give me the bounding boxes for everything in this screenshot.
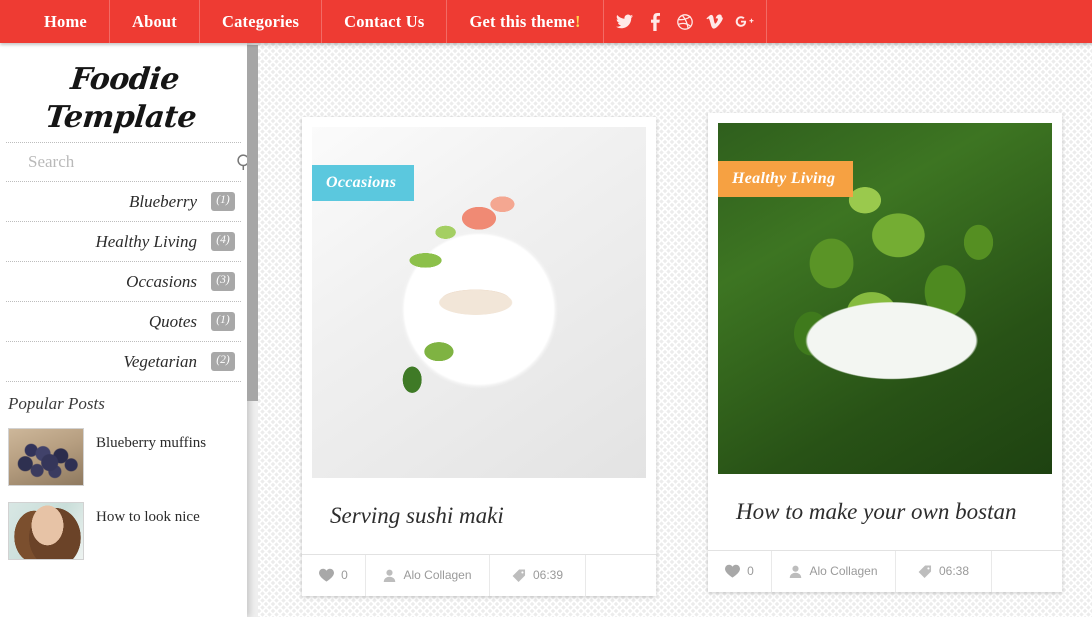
sidebar-category-healthy-living[interactable]: Healthy Living (4)	[0, 222, 247, 261]
nav-item-label: Get this theme	[469, 11, 575, 31]
post-card-serving-sushi-maki[interactable]: Occasions Serving sushi maki 0 Alo Colla…	[302, 117, 656, 596]
category-count-badge: (1)	[211, 192, 235, 211]
post-category-ribbon[interactable]: Occasions	[312, 165, 415, 201]
post-author[interactable]: Alo Collagen	[772, 550, 896, 592]
category-label: Blueberry	[129, 191, 197, 211]
post-image-wrapper: Occasions	[312, 127, 646, 478]
post-time[interactable]: 06:39	[490, 554, 586, 596]
post-likes-count: 0	[341, 568, 348, 583]
post-grid: Occasions Serving sushi maki 0 Alo Colla…	[258, 43, 1092, 617]
tag-icon	[512, 569, 526, 582]
post-time-value: 06:39	[532, 568, 564, 583]
googleplus-icon[interactable]	[730, 0, 760, 43]
category-label: Quotes	[148, 311, 197, 331]
woman-portrait-photo	[9, 503, 83, 559]
nav-item-label-exclamation: !	[574, 11, 581, 31]
post-likes-count: 0	[747, 564, 754, 579]
user-icon	[384, 569, 396, 582]
twitter-icon[interactable]	[610, 0, 640, 43]
popular-posts-heading: Popular Posts	[8, 394, 105, 413]
nav-left-spacer	[0, 0, 22, 43]
post-meta-bar: 0 Alo Collagen 06:39	[302, 553, 656, 596]
popular-post-thumbnail	[8, 428, 84, 486]
user-icon	[790, 565, 802, 578]
facebook-icon[interactable]	[640, 0, 670, 43]
category-count-badge: (1)	[211, 312, 235, 331]
category-label: Occasions	[126, 271, 197, 291]
heart-icon	[319, 568, 335, 582]
sidebar-category-occasions[interactable]: Occasions (3)	[0, 262, 247, 301]
post-likes[interactable]: 0	[708, 550, 772, 592]
popular-post-thumbnail	[8, 502, 84, 560]
post-meta-empty-cell	[992, 551, 1062, 592]
post-likes[interactable]: 0	[302, 554, 366, 596]
site-logo-line-2: Template	[43, 99, 198, 135]
vimeo-icon[interactable]	[700, 0, 730, 43]
category-count-badge: (4)	[211, 232, 235, 251]
popular-post-title: How to look nice	[96, 509, 200, 525]
category-label: Vegetarian	[123, 351, 197, 371]
site-logo-line-1: Foodie	[68, 62, 181, 97]
post-title[interactable]: How to make your own bostan	[708, 474, 1062, 550]
post-title[interactable]: Serving sushi maki	[302, 478, 656, 554]
dribbble-icon[interactable]	[670, 0, 700, 43]
sidebar-category-vegetarian[interactable]: Vegetarian (2)	[0, 342, 247, 381]
post-author-name: Alo Collagen	[403, 568, 472, 583]
sidebar-scrollbar-thumb[interactable]	[247, 45, 258, 401]
search-input[interactable]	[28, 152, 237, 172]
heart-icon	[725, 564, 741, 578]
post-time[interactable]: 06:38	[896, 550, 992, 592]
post-meta-bar: 0 Alo Collagen 06:38	[708, 549, 1062, 592]
post-time-value: 06:38	[938, 564, 970, 579]
top-navigation-bar: Home About Categories Contact Us Get thi…	[0, 0, 1092, 43]
nav-item-about[interactable]: About	[110, 0, 200, 43]
nav-item-get-this-theme[interactable]: Get this theme!	[447, 0, 604, 43]
post-card-how-to-make-your-own-bostan[interactable]: Healthy Living How to make your own bost…	[708, 113, 1062, 592]
search-icon[interactable]	[237, 153, 247, 171]
nav-item-contact-us[interactable]: Contact Us	[322, 0, 448, 43]
category-count-badge: (3)	[211, 272, 235, 291]
nav-item-label: Contact Us	[344, 11, 425, 31]
sidebar-category-blueberry[interactable]: Blueberry (1)	[0, 182, 247, 221]
popular-post-item[interactable]: Blueberry muffins	[0, 422, 247, 496]
post-meta-empty-cell	[586, 555, 656, 596]
search-row	[0, 143, 247, 181]
blueberries-photo	[9, 429, 83, 485]
sidebar-category-quotes[interactable]: Quotes (1)	[0, 302, 247, 341]
nav-item-categories[interactable]: Categories	[200, 0, 323, 43]
post-author-name: Alo Collagen	[809, 564, 878, 579]
post-author[interactable]: Alo Collagen	[366, 554, 490, 596]
nav-item-label: About	[131, 11, 177, 31]
nav-item-label: Categories	[221, 11, 300, 31]
tag-icon	[918, 565, 932, 578]
social-links-group	[604, 0, 767, 43]
post-image-wrapper: Healthy Living	[718, 123, 1052, 474]
popular-post-title: Blueberry muffins	[96, 435, 207, 451]
nav-item-label: Home	[44, 11, 87, 31]
category-label: Healthy Living	[95, 231, 197, 251]
nav-item-home[interactable]: Home	[22, 0, 110, 43]
post-category-ribbon[interactable]: Healthy Living	[718, 161, 854, 197]
category-count-badge: (2)	[211, 352, 235, 371]
site-logo[interactable]: Foodie Template	[0, 43, 247, 142]
sidebar: Foodie Template Blueberry (1) Healthy Li…	[0, 43, 247, 617]
popular-post-item[interactable]: How to look nice	[0, 496, 247, 570]
